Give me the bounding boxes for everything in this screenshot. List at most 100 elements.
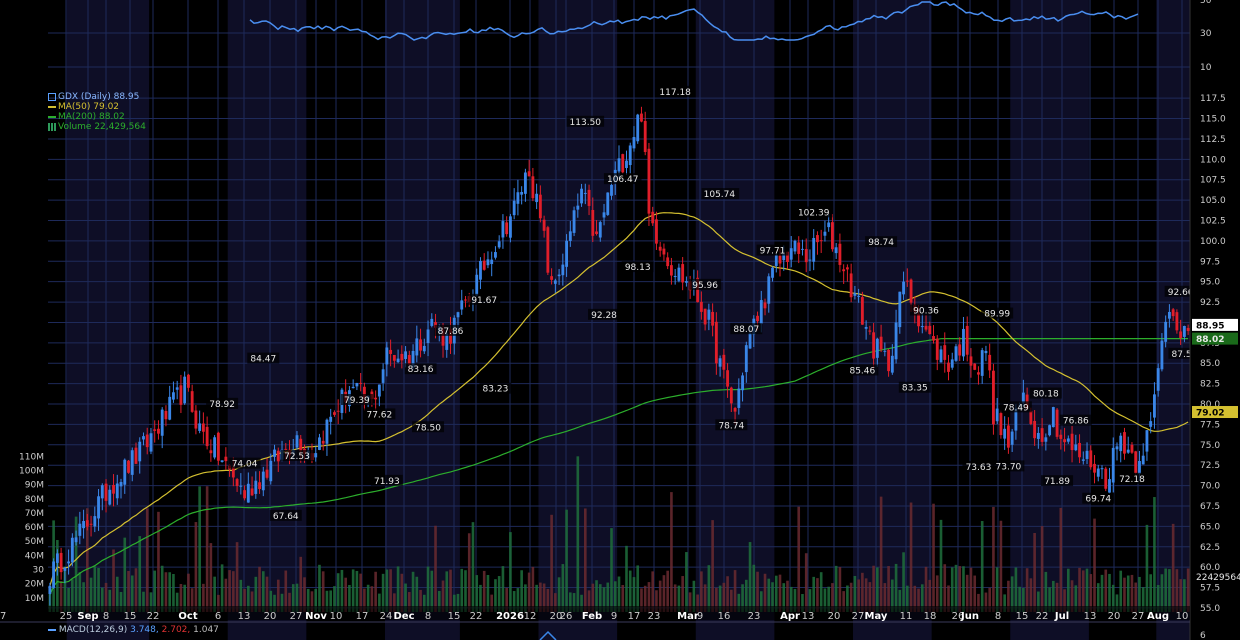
candle-body [827, 222, 831, 228]
date-tick-label: 10 [1176, 611, 1189, 622]
volume-bar [1033, 532, 1036, 612]
candle-body [396, 358, 400, 363]
volume-bar [284, 570, 288, 612]
volume-bar [1044, 571, 1048, 612]
volume-bar [1104, 569, 1108, 612]
candle-body [314, 453, 318, 458]
volume-bar [1164, 568, 1167, 612]
candle-body [415, 338, 419, 356]
volume-bar [194, 522, 198, 612]
candle-body [1149, 421, 1153, 427]
volume-bar [1040, 526, 1044, 612]
volume-bar [625, 545, 628, 612]
candle-body [602, 212, 606, 218]
date-tick-label: Dec [393, 611, 414, 622]
candle-body [643, 120, 647, 153]
volume-bar [685, 552, 688, 612]
candle-body [655, 219, 658, 244]
candle-body [1108, 479, 1111, 493]
candle-body [1093, 463, 1096, 473]
price-tick-label: 110.0 [1200, 155, 1226, 165]
chart-legend: GDX (Daily) 88.95 MA(50) 79.02 MA(200) 8… [48, 92, 146, 132]
date-tick-label: 22 [147, 611, 160, 622]
candle-body [531, 176, 535, 199]
date-axis: 25 Sep 8 15 22 Oct 6 13 20 27 Nov 10 17 24 Dec 8 15 22 202… [0, 606, 1190, 622]
date-tick-label: 15 [124, 611, 137, 622]
volume-bar [1014, 567, 1018, 612]
date-tick-label: 26 [560, 611, 573, 622]
date-tick-label: 15 [448, 611, 461, 622]
volume-bar [235, 542, 239, 612]
volume-bar [954, 564, 958, 612]
candle-body [565, 240, 569, 267]
stock-chart: 84.47 78.92 74.04 72.53 67.64 79.39 77.62 71.93… [0, 0, 1240, 640]
price-tick-label: 57.5 [1200, 584, 1220, 594]
volume-bar [748, 542, 752, 612]
candle-body [947, 362, 950, 372]
candle-body [737, 388, 741, 408]
candle-body [276, 450, 280, 462]
price-annotation: 77.62 [366, 410, 392, 420]
price-tick-label: 75.0 [1200, 441, 1220, 451]
candle-body [831, 222, 834, 250]
candle-body [89, 523, 93, 525]
price-axis: 55.0 57.5 60.0 62.5 65.0 67.5 70.0 72.5 75.0 77.5… [1189, 0, 1240, 640]
price-annotation: 72.53 [284, 452, 310, 462]
price-tick-label: 102.5 [1200, 217, 1226, 227]
price-tick-label: 62.5 [1200, 543, 1220, 553]
candle-body [1070, 433, 1074, 451]
candle-body [1156, 368, 1160, 391]
candle-body [516, 192, 520, 204]
candle-body [464, 299, 467, 301]
volume-bar [932, 503, 935, 612]
date-tick-label: 9 [611, 611, 617, 622]
candle-body [722, 354, 726, 370]
candle-body [778, 255, 782, 264]
volume-bar [138, 536, 142, 612]
volume-bar [340, 569, 344, 612]
date-tick-label: 23 [748, 611, 761, 622]
candle-body [224, 456, 228, 462]
ma200-flag: 88.02 [1196, 335, 1224, 345]
candle-body [823, 231, 827, 236]
price-tick-label: 72.5 [1200, 461, 1220, 471]
price-annotation: 117.18 [659, 88, 691, 98]
volume-bar [134, 568, 138, 612]
candle-body [1104, 468, 1108, 489]
volume-tick-label: 40M [25, 551, 44, 561]
candle-body [1033, 420, 1037, 439]
candle-body [1029, 411, 1033, 424]
date-tick-label: Mar [677, 611, 699, 622]
volume-bar [894, 563, 898, 612]
date-tick-label: 25 [60, 611, 73, 622]
candle-body [108, 489, 112, 505]
macd-tick-label: 6 [1200, 631, 1206, 640]
candle-body [265, 469, 269, 478]
candle-body [587, 189, 591, 206]
candle-body [748, 333, 752, 349]
candle-body [220, 460, 224, 463]
volume-bar [520, 570, 523, 612]
candle-body [928, 325, 932, 335]
candle-body [898, 291, 902, 328]
candle-body [568, 231, 572, 241]
candle-body [651, 211, 655, 224]
candle-body [640, 113, 643, 122]
candle-body [789, 248, 793, 260]
candle-body [52, 561, 56, 588]
volume-bar [1153, 497, 1156, 612]
candle-body [1059, 434, 1063, 439]
price-annotation: 85.46 [849, 366, 875, 376]
candle-body [201, 423, 205, 432]
price-annotation: 87.86 [438, 327, 464, 337]
candle-body [250, 488, 254, 496]
candle-body [374, 397, 378, 400]
candle-body [55, 553, 59, 563]
candle-body [707, 309, 711, 320]
candle-body [714, 321, 718, 364]
candle-body [490, 259, 494, 265]
volume-bar [258, 566, 261, 612]
candle-body [741, 375, 744, 391]
candle-body [763, 302, 767, 309]
candle-body [860, 297, 864, 325]
